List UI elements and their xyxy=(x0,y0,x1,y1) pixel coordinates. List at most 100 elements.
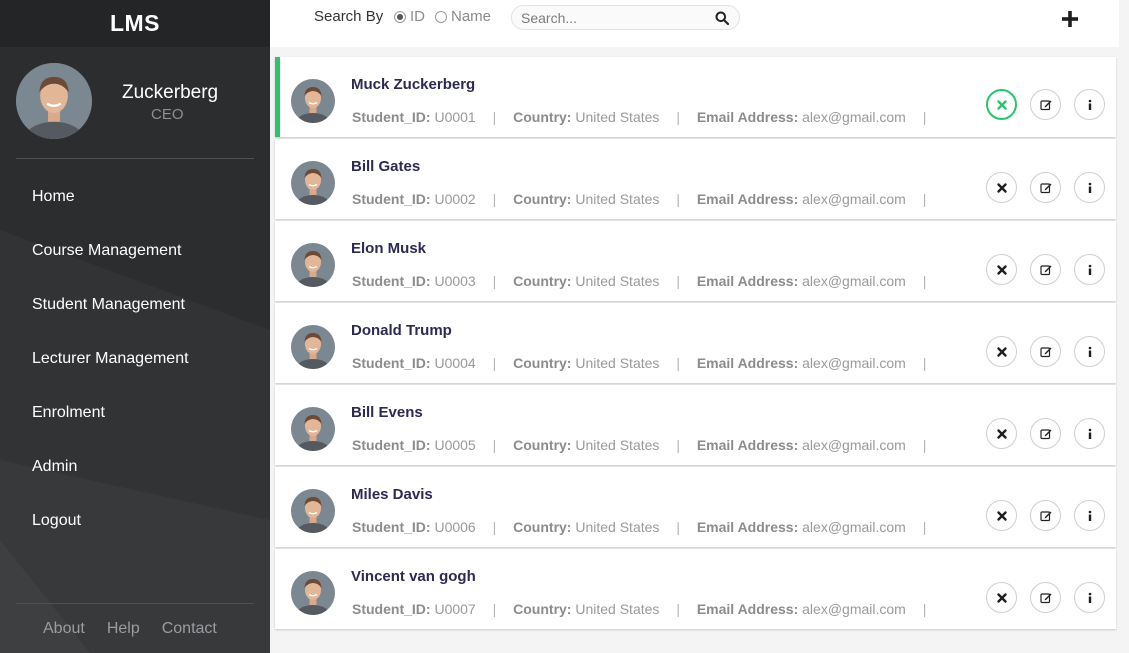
email-label: Email Address: xyxy=(696,273,799,289)
country-value: United States xyxy=(575,191,660,207)
student-id-value: U0005 xyxy=(434,437,476,453)
nav-item-course-management[interactable]: Course Management xyxy=(0,224,270,278)
profile-avatar xyxy=(16,63,92,139)
sidebar-divider xyxy=(16,158,254,159)
delete-button[interactable] xyxy=(986,172,1017,203)
meta-separator: | xyxy=(492,519,497,535)
search-icon[interactable] xyxy=(715,11,729,25)
student-card[interactable]: Elon Musk Student_ID: U0003 | Country: U… xyxy=(275,221,1116,301)
student-id-label: Student_ID: xyxy=(352,601,431,617)
student-card[interactable]: Bill Evens Student_ID: U0005 | Country: … xyxy=(275,385,1116,465)
footer-link-help[interactable]: Help xyxy=(107,620,140,638)
meta-separator: | xyxy=(492,109,497,125)
student-name: Elon Musk xyxy=(351,240,427,257)
edit-icon xyxy=(1039,99,1051,110)
student-meta: Student_ID: U0003 | Country: United Stat… xyxy=(352,273,939,289)
radio-label-name: Name xyxy=(451,8,492,25)
student-card[interactable]: Muck Zuckerberg Student_ID: U0001 | Coun… xyxy=(275,57,1116,137)
meta-separator: | xyxy=(492,273,497,289)
info-button[interactable] xyxy=(1074,89,1105,120)
nav-item-logout[interactable]: Logout xyxy=(0,494,270,548)
close-icon xyxy=(996,182,1007,193)
search-input[interactable] xyxy=(521,8,706,28)
delete-button[interactable] xyxy=(986,254,1017,285)
student-name: Muck Zuckerberg xyxy=(351,76,476,93)
radio-search-name[interactable]: Name xyxy=(435,8,491,25)
nav-item-home[interactable]: Home xyxy=(0,170,270,224)
info-button[interactable] xyxy=(1074,336,1105,367)
edit-button[interactable] xyxy=(1030,582,1061,613)
delete-button[interactable] xyxy=(986,89,1017,120)
student-card[interactable]: Donald Trump Student_ID: U0004 | Country… xyxy=(275,303,1116,383)
close-icon xyxy=(996,592,1007,603)
footer-link-about[interactable]: About xyxy=(43,620,85,638)
close-icon xyxy=(996,264,1007,275)
email-label: Email Address: xyxy=(696,601,799,617)
info-icon xyxy=(1088,592,1091,603)
meta-separator: | xyxy=(676,437,680,453)
nav-item-lecturer-management[interactable]: Lecturer Management xyxy=(0,332,270,386)
delete-button[interactable] xyxy=(986,500,1017,531)
student-id-label: Student_ID: xyxy=(352,109,431,125)
student-id-value: U0003 xyxy=(434,273,476,289)
info-button[interactable] xyxy=(1074,172,1105,203)
plus-icon[interactable] xyxy=(1059,8,1081,30)
profile-name: Zuckerberg xyxy=(122,82,219,103)
edit-button[interactable] xyxy=(1030,172,1061,203)
meta-separator: | xyxy=(676,273,680,289)
student-name: Bill Evens xyxy=(351,404,423,421)
email-value: alex@gmail.com xyxy=(802,519,906,535)
student-card[interactable]: Bill Gates Student_ID: U0002 | Country: … xyxy=(275,139,1116,219)
radio-dot-name[interactable] xyxy=(435,10,447,23)
country-value: United States xyxy=(575,601,660,617)
info-button[interactable] xyxy=(1074,418,1105,449)
student-id-value: U0006 xyxy=(434,519,476,535)
student-actions xyxy=(986,500,1105,531)
edit-button[interactable] xyxy=(1030,89,1061,120)
meta-separator: | xyxy=(922,273,927,289)
student-card[interactable]: Miles Davis Student_ID: U0006 | Country:… xyxy=(275,467,1116,547)
edit-button[interactable] xyxy=(1030,500,1061,531)
radio-search-id[interactable]: ID xyxy=(394,8,425,25)
student-actions xyxy=(986,89,1105,120)
meta-separator: | xyxy=(676,109,680,125)
email-value: alex@gmail.com xyxy=(802,191,906,207)
nav-item-enrolment[interactable]: Enrolment xyxy=(0,386,270,440)
edit-button[interactable] xyxy=(1030,336,1061,367)
nav-item-admin[interactable]: Admin xyxy=(0,440,270,494)
student-actions xyxy=(986,336,1105,367)
info-icon xyxy=(1088,346,1091,357)
student-avatar xyxy=(291,243,335,287)
student-id-label: Student_ID: xyxy=(352,437,431,453)
country-label: Country: xyxy=(513,109,572,125)
sidebar-footer-divider xyxy=(16,603,254,604)
info-button[interactable] xyxy=(1074,500,1105,531)
top-bar: Search By ID Name xyxy=(270,0,1119,47)
student-avatar xyxy=(291,161,335,205)
footer-link-contact[interactable]: Contact xyxy=(162,620,217,638)
delete-button[interactable] xyxy=(986,418,1017,449)
close-icon xyxy=(996,428,1007,439)
edit-icon xyxy=(1039,592,1051,603)
student-card[interactable]: Vincent van gogh Student_ID: U0007 | Cou… xyxy=(275,549,1116,629)
meta-separator: | xyxy=(922,601,927,617)
close-icon xyxy=(996,510,1007,521)
meta-separator: | xyxy=(676,601,680,617)
info-button[interactable] xyxy=(1074,254,1105,285)
country-label: Country: xyxy=(513,601,572,617)
student-avatar xyxy=(291,571,335,615)
meta-separator: | xyxy=(922,519,927,535)
nav-item-student-management[interactable]: Student Management xyxy=(0,278,270,332)
email-value: alex@gmail.com xyxy=(802,273,906,289)
student-avatar xyxy=(291,407,335,451)
delete-button[interactable] xyxy=(986,336,1017,367)
student-meta: Student_ID: U0002 | Country: United Stat… xyxy=(352,191,939,207)
info-icon xyxy=(1088,182,1091,193)
radio-dot-id[interactable] xyxy=(394,10,406,23)
edit-button[interactable] xyxy=(1030,418,1061,449)
delete-button[interactable] xyxy=(986,582,1017,613)
meta-separator: | xyxy=(492,437,497,453)
edit-icon xyxy=(1039,264,1051,275)
info-button[interactable] xyxy=(1074,582,1105,613)
edit-button[interactable] xyxy=(1030,254,1061,285)
